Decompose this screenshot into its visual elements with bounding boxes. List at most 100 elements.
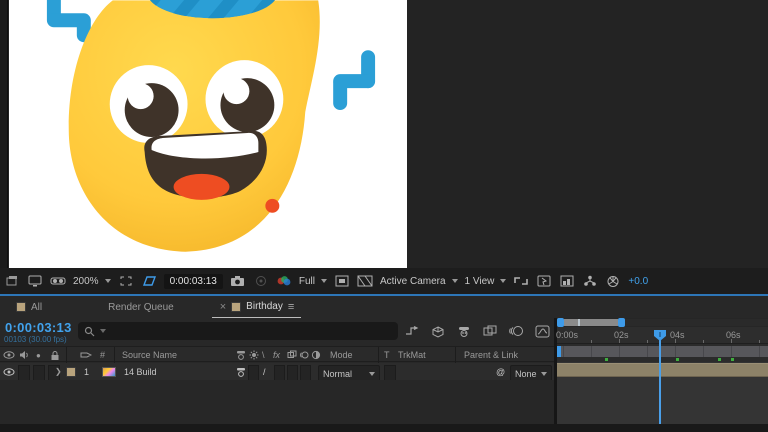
- text-column[interactable]: T: [384, 347, 390, 363]
- layer-label-swatch[interactable]: [66, 363, 76, 380]
- layer-number-column[interactable]: #: [100, 347, 105, 363]
- stereo-3d-glasses-icon[interactable]: [50, 274, 66, 288]
- chevron-down-icon: [105, 279, 111, 283]
- label-column-icon[interactable]: [80, 347, 92, 363]
- lock-column-icon[interactable]: [50, 347, 60, 363]
- close-icon[interactable]: ×: [220, 301, 226, 313]
- adjustment-layer-switch-icon[interactable]: [311, 347, 321, 363]
- snapshot-camera-icon[interactable]: [230, 274, 246, 288]
- resolution-value: Full: [299, 276, 315, 287]
- search-input[interactable]: [78, 322, 398, 340]
- magnification-dropdown[interactable]: 200%: [73, 276, 111, 287]
- panel-menu-icon[interactable]: ≡: [288, 301, 293, 313]
- emoji-face: [69, 0, 320, 251]
- trkmat-column[interactable]: TrkMat: [398, 347, 426, 363]
- region-target-icon[interactable]: [334, 274, 350, 288]
- layer-row[interactable]: ❯ 1 14 Build / Normal @: [0, 363, 554, 380]
- tab-render-queue[interactable]: Render Queue: [100, 296, 182, 318]
- composition-flowchart-icon[interactable]: [582, 274, 598, 288]
- audio-column-icon[interactable]: [18, 347, 30, 363]
- navigator-end-handle[interactable]: [618, 318, 625, 327]
- show-snapshot-icon[interactable]: [253, 274, 269, 288]
- viewer-current-time[interactable]: 0:00:03:13: [164, 274, 223, 289]
- keyframe-marker[interactable]: [718, 358, 721, 361]
- timeline-panel: All Render Queue × Birthday ≡ 0:00:03:13…: [0, 296, 768, 432]
- viewer-toolbar: 200% 0:00:03:13 Full Active Camera 1 Vie…: [0, 268, 768, 294]
- navigator-start-handle[interactable]: [557, 318, 564, 327]
- parent-link-column[interactable]: Parent & Link: [464, 347, 518, 363]
- layer-shy-toggle-icon[interactable]: [236, 363, 246, 380]
- fast-previews-icon[interactable]: [536, 274, 552, 288]
- frame-blend-switch-icon[interactable]: [287, 347, 297, 363]
- resolution-dropdown[interactable]: Full: [299, 276, 327, 287]
- time-controls-row: 0:00:03:13 00103 (30.00 fps): [0, 318, 554, 346]
- ruler-label: 0:00s: [556, 330, 578, 340]
- layer-name[interactable]: 14 Build: [124, 363, 157, 380]
- search-options-chevron-icon: [100, 329, 106, 333]
- composition-viewer: [0, 0, 768, 268]
- work-area-row: [557, 344, 768, 362]
- emoji-cheek-dot: [265, 199, 279, 213]
- motion-blur-icon[interactable]: [508, 324, 524, 338]
- quality-column-icon[interactable]: \: [262, 347, 265, 363]
- confetti-right-icon: [333, 50, 375, 110]
- channels-rgb-icon[interactable]: [276, 274, 292, 288]
- effects-column-icon[interactable]: fx: [273, 347, 280, 363]
- monitor-icon[interactable]: [27, 274, 43, 288]
- mode-column[interactable]: Mode: [330, 347, 353, 363]
- tab-all[interactable]: All: [8, 296, 50, 318]
- solo-column-icon[interactable]: ●: [36, 347, 41, 363]
- chevron-down-icon: [541, 372, 547, 376]
- confetti-left-icon: [47, 0, 91, 42]
- layer-list-pane: 0:00:03:13 00103 (30.00 fps): [0, 318, 554, 424]
- shy-switch-icon[interactable]: [236, 347, 246, 363]
- layer-visibility-eye-icon[interactable]: [3, 363, 15, 380]
- pixel-aspect-correction-icon[interactable]: [513, 274, 529, 288]
- timeline-content: 0:00:03:13 00103 (30.00 fps): [0, 318, 768, 424]
- playhead-line[interactable]: [659, 340, 661, 424]
- keyframe-marker[interactable]: [676, 358, 679, 361]
- parent-pickwhip-icon[interactable]: @: [496, 363, 505, 380]
- draft-3d-icon[interactable]: [430, 324, 446, 338]
- shy-layers-icon[interactable]: [456, 324, 472, 338]
- view-layout-dropdown[interactable]: 1 View: [465, 276, 507, 287]
- work-area-start-handle[interactable]: [557, 346, 561, 357]
- label-color-swatch: [16, 302, 26, 312]
- transparency-grid-icon[interactable]: [357, 274, 373, 288]
- motion-blur-switch-icon[interactable]: [299, 347, 309, 363]
- keyframe-marker[interactable]: [731, 358, 734, 361]
- reset-exposure-icon[interactable]: [605, 274, 621, 288]
- layer-quality-toggle[interactable]: /: [263, 363, 266, 380]
- ruler-label: 06s: [726, 330, 741, 340]
- frame-blending-icon[interactable]: [482, 324, 498, 338]
- graph-editor-icon[interactable]: [534, 324, 550, 338]
- source-name-column[interactable]: Source Name: [122, 347, 177, 363]
- timeline-navigator[interactable]: [557, 318, 768, 327]
- preview-panel-icon[interactable]: [4, 274, 20, 288]
- collapse-transformations-icon[interactable]: [249, 347, 259, 363]
- layer-expand-arrow[interactable]: ❯: [55, 363, 62, 380]
- exposure-value[interactable]: +0.0: [628, 276, 648, 287]
- work-area-bar[interactable]: [557, 346, 768, 357]
- video-column-icon[interactable]: [3, 347, 15, 363]
- playhead-marker[interactable]: [653, 329, 667, 342]
- region-of-interest-icon[interactable]: [118, 274, 134, 288]
- mask-visibility-toggle-icon[interactable]: [141, 274, 157, 288]
- current-timecode[interactable]: 0:00:03:13: [5, 320, 72, 335]
- ruler-label: 02s: [614, 330, 629, 340]
- timeline-empty-area[interactable]: [557, 378, 768, 424]
- panel-tab-bar: All Render Queue × Birthday ≡: [0, 296, 768, 318]
- layer-list-empty-area[interactable]: [0, 380, 554, 424]
- camera-view-value: Active Camera: [380, 276, 446, 287]
- 3d-view-dropdown[interactable]: Active Camera: [380, 276, 458, 287]
- blend-mode-value: Normal: [323, 369, 352, 379]
- composition-mini-flowchart-icon[interactable]: [404, 324, 420, 338]
- keyframe-marker[interactable]: [605, 358, 608, 361]
- navigator-bar[interactable]: [564, 319, 618, 326]
- layer-duration-bar[interactable]: [557, 363, 768, 377]
- composition-canvas[interactable]: [9, 0, 407, 268]
- parent-value: None: [515, 369, 537, 379]
- tab-birthday[interactable]: × Birthday ≡: [212, 296, 302, 318]
- timeline-button-icon[interactable]: [559, 274, 575, 288]
- search-icon: [84, 326, 95, 337]
